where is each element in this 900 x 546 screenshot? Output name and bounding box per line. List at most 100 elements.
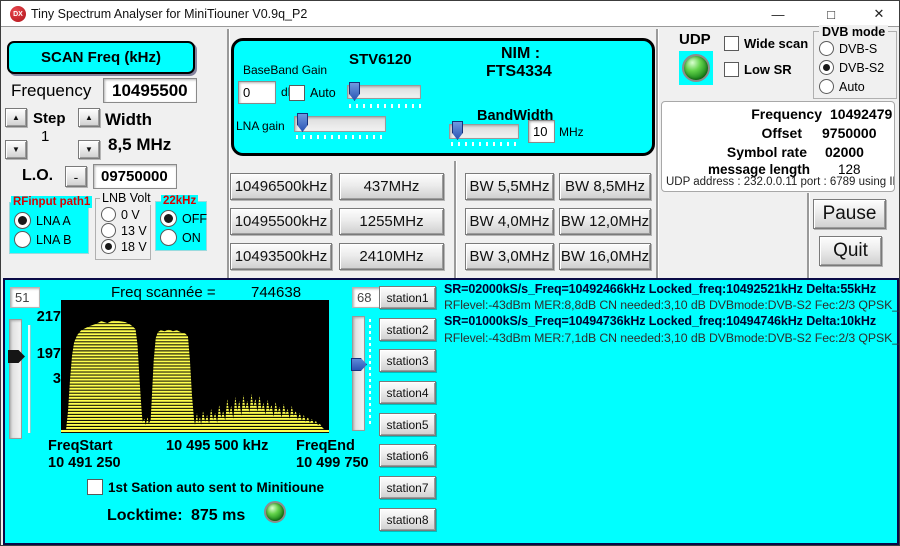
width-value: 8,5 MHz <box>108 135 171 155</box>
pause-button[interactable]: Pause <box>813 199 886 229</box>
step-value: 1 <box>41 128 49 145</box>
station2-button[interactable]: station2 <box>379 318 436 341</box>
lo-minus-button[interactable]: - <box>65 166 87 187</box>
band-preset-1-button[interactable]: 437MHz <box>339 173 444 200</box>
app-dx-icon: DX <box>10 6 26 22</box>
radio-lna-b[interactable]: LNA B <box>14 231 71 248</box>
radio-dvb-auto-label: Auto <box>839 80 865 94</box>
lna-gain-label: LNA gain <box>236 119 285 133</box>
radio-dvb-auto[interactable]: Auto <box>819 79 865 94</box>
radio-22-off-icon <box>160 210 177 227</box>
radio-13v[interactable]: 13 V <box>101 223 147 238</box>
step-up-icon[interactable]: ▲ <box>5 108 27 127</box>
radio-22-on[interactable]: ON <box>160 229 201 246</box>
y-tick-3: 3 <box>35 371 61 387</box>
radio-0v-icon <box>101 207 116 222</box>
left-slider-track[interactable] <box>9 319 22 439</box>
lo-label: L.O. <box>22 167 53 185</box>
width-up-icon[interactable]: ▲ <box>78 108 100 127</box>
station5-button[interactable]: station5 <box>379 413 436 436</box>
band-preset-2-button[interactable]: 1255MHz <box>339 208 444 235</box>
close-button-icon[interactable]: ✕ <box>864 4 894 24</box>
auto-checkbox[interactable]: Auto <box>289 85 336 101</box>
spectrum-display <box>61 300 329 433</box>
step-down-icon[interactable]: ▼ <box>5 140 27 159</box>
info-frequency-label: Frequency <box>662 106 822 122</box>
radio-lna-a-label: LNA A <box>36 214 71 228</box>
step-label: Step <box>33 110 66 127</box>
right-slider-ticks <box>369 319 371 426</box>
minimize-button-icon[interactable]: — <box>763 4 793 24</box>
bw-preset-160-button[interactable]: BW 16,0MHz <box>559 243 651 270</box>
info-symbol-rate-value: 02000 <box>825 144 864 160</box>
radio-lna-a[interactable]: LNA A <box>14 212 71 229</box>
frequency-input[interactable]: 10495500 <box>103 78 197 103</box>
locktime-value: 875 ms <box>191 507 245 525</box>
radio-dvbs[interactable]: DVB-S <box>819 41 877 56</box>
station1-button[interactable]: station1 <box>379 286 436 309</box>
radio-22-off[interactable]: OFF <box>160 210 207 227</box>
freq-preset-3-button[interactable]: 10493500kHz <box>230 243 332 270</box>
baseband-gain-input[interactable]: 0 <box>238 81 276 104</box>
bw-preset-40-button[interactable]: BW 4,0MHz <box>465 208 554 235</box>
station3-button[interactable]: station3 <box>379 349 436 372</box>
station6-button[interactable]: station6 <box>379 444 436 467</box>
window-title: Tiny Spectrum Analyser for MiniTiouner V… <box>31 7 307 21</box>
station7-button[interactable]: station7 <box>379 476 436 499</box>
quit-button[interactable]: Quit <box>819 236 882 266</box>
radio-dvbs-icon <box>819 41 834 56</box>
tuner-info-box: Frequency 10492479 Offset 9750000 Symbol… <box>661 101 895 192</box>
band-preset-3-button[interactable]: 2410MHz <box>339 243 444 270</box>
station4-button[interactable]: station4 <box>379 381 436 404</box>
wide-scan-checkbox[interactable]: Wide scan <box>724 36 808 51</box>
tuner-chip-label: STV6120 <box>349 51 412 68</box>
divider-actions <box>807 193 809 278</box>
bw-preset-120-button[interactable]: BW 12,0MHz <box>559 208 651 235</box>
right-slider-track[interactable] <box>352 316 365 431</box>
y-tick-217: 217 <box>35 309 61 325</box>
radio-0v[interactable]: 0 V <box>101 207 140 222</box>
radio-13v-icon <box>101 223 116 238</box>
status-line-4: RFlevel:-43dBm MER:7,1dB CN needed:3,10 … <box>444 331 900 345</box>
radio-18v[interactable]: 18 V <box>101 239 147 254</box>
lo-input[interactable]: 09750000 <box>93 164 177 189</box>
info-offset-value: 9750000 <box>822 125 877 141</box>
radio-18v-label: 18 V <box>121 240 147 254</box>
status-line-1: SR=02000kS/s_Freq=10492466kHz Locked_fre… <box>444 282 876 296</box>
left-slider-groove <box>28 325 30 433</box>
bw-preset-55-button[interactable]: BW 5,5MHz <box>465 173 554 200</box>
radio-22-off-label: OFF <box>182 212 207 226</box>
maximize-button-icon[interactable]: □ <box>816 4 846 24</box>
scan-freq-button[interactable]: SCAN Freq (kHz) <box>7 41 195 74</box>
width-label: Width <box>105 110 152 130</box>
freq-end-value: 10 499 750 <box>296 455 369 471</box>
spectrum-baseline <box>61 430 329 432</box>
radio-18v-icon <box>101 239 116 254</box>
info-message-length-value: 128 <box>838 162 861 177</box>
radio-0v-label: 0 V <box>121 208 140 222</box>
freq-preset-2-button[interactable]: 10495500kHz <box>230 208 332 235</box>
udp-led-icon <box>682 54 710 82</box>
radio-lna-b-icon <box>14 231 31 248</box>
radio-dvb-auto-icon <box>819 79 834 94</box>
station8-button[interactable]: station8 <box>379 508 436 531</box>
width-down-icon[interactable]: ▼ <box>78 140 100 159</box>
rf-input-title: RFinput path1 <box>11 196 92 208</box>
radio-dvbs2[interactable]: DVB-S2 <box>819 60 884 75</box>
radio-22-on-icon <box>160 229 177 246</box>
low-sr-checkbox[interactable]: Low SR <box>724 62 792 77</box>
nim-label-line1: NIM : <box>501 45 540 63</box>
frequency-label: Frequency <box>11 81 91 101</box>
freq-start-label: FreqStart <box>48 438 112 454</box>
left-slider-value-input[interactable]: 51 <box>10 287 40 308</box>
status-line-3: SR=01000kS/s_Freq=10494736kHz Locked_fre… <box>444 314 876 328</box>
bandwidth-input[interactable]: 10 <box>528 120 555 143</box>
bw-preset-85-button[interactable]: BW 8,5MHz <box>559 173 651 200</box>
info-udp-address: UDP address : 232.0.0.11 port : 6789 usi… <box>666 176 895 188</box>
locktime-led-icon <box>264 501 286 523</box>
freq-preset-1-button[interactable]: 10496500kHz <box>230 173 332 200</box>
wide-scan-label: Wide scan <box>744 36 808 51</box>
auto-send-checkbox[interactable]: 1st Sation auto sent to Minitioune <box>87 479 324 495</box>
bw-preset-30-button[interactable]: BW 3,0MHz <box>465 243 554 270</box>
right-slider-value-input[interactable]: 68 <box>352 287 381 308</box>
